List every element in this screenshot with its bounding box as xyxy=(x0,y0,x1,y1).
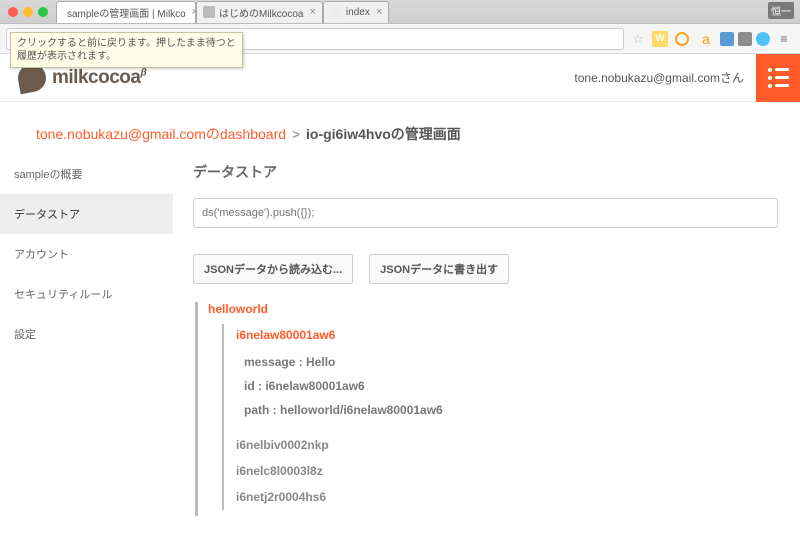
record-id[interactable]: i6nelc8l0003l8z xyxy=(236,458,778,484)
sidebar-item-datastore[interactable]: データストア xyxy=(0,194,173,234)
extension-icon[interactable] xyxy=(738,32,752,46)
browser-tab[interactable]: index × xyxy=(323,1,389,23)
browser-tab[interactable]: はじめのMilkcocoa × xyxy=(196,1,323,23)
sidebar-item-account[interactable]: アカウント xyxy=(0,234,173,274)
amazon-icon[interactable]: a xyxy=(696,29,716,49)
sidebar-item-settings[interactable]: 設定 xyxy=(0,314,173,354)
load-json-button[interactable]: JSONデータから読み込む... xyxy=(193,254,353,284)
maximize-window-icon[interactable] xyxy=(38,7,48,17)
record-id[interactable]: i6nelaw80001aw6 xyxy=(236,324,778,346)
export-json-button[interactable]: JSONデータに書き出す xyxy=(369,254,509,284)
browser-tab[interactable]: sampleの管理画面 | Milkco× xyxy=(56,1,196,23)
record-id[interactable]: i6nelbiv0002nkp xyxy=(236,432,778,458)
extension-icon[interactable] xyxy=(720,32,734,46)
hamburger-menu-button[interactable] xyxy=(756,54,800,102)
breadcrumb-current: io-gi6iw4hvoの管理画面 xyxy=(306,126,461,142)
record-properties: message : Hello id : i6nelaw80001aw6 pat… xyxy=(236,346,778,432)
extension-icon[interactable] xyxy=(756,32,770,46)
bookmark-star-icon[interactable]: ☆ xyxy=(628,29,648,49)
prop-id: id : i6nelaw80001aw6 xyxy=(244,374,778,398)
tree-root-label: helloworld xyxy=(208,302,778,324)
back-button-tooltip: クリックすると前に戻ります。押したまま待つと 履歴が表示されます。 xyxy=(10,32,243,68)
sidebar-item-overview[interactable]: sampleの概要 xyxy=(0,154,173,194)
favicon-icon xyxy=(330,6,342,18)
breadcrumb-separator: > xyxy=(292,126,300,142)
breadcrumb-link[interactable]: tone.nobukazu@gmail.comのdashboard xyxy=(36,126,286,142)
main-content: データストア JSONデータから読み込む... JSONデータに書き出す hel… xyxy=(173,154,800,538)
sidebar-item-security[interactable]: セキュリティルール xyxy=(0,274,173,314)
user-info: tone.nobukazu@gmail.comさん xyxy=(574,69,756,86)
tab-label: はじめのMilkcocoa xyxy=(219,5,303,20)
data-tree: helloworld i6nelaw80001aw6 message : Hel… xyxy=(193,302,778,516)
window-controls xyxy=(0,7,56,17)
extension-w-icon[interactable]: W xyxy=(652,31,668,47)
browser-tab-bar: sampleの管理画面 | Milkco× はじめのMilkcocoa× ind… xyxy=(0,0,800,24)
logo-text: milkcocoaβ xyxy=(52,67,146,89)
tab-label: index xyxy=(346,7,370,18)
prop-path: path : helloworld/i6nelaw80001aw6 xyxy=(244,398,778,422)
tab-label: sampleの管理画面 | Milkco xyxy=(67,5,186,20)
chrome-menu-icon[interactable]: ≡ xyxy=(774,29,794,49)
prop-message: message : Hello xyxy=(244,350,778,374)
close-tab-icon[interactable]: × xyxy=(376,6,382,18)
close-tab-icon[interactable]: × xyxy=(309,6,315,18)
record-id[interactable]: i6netj2r0004hs6 xyxy=(236,484,778,510)
minimize-window-icon[interactable] xyxy=(23,7,33,17)
close-window-icon[interactable] xyxy=(8,7,18,17)
extension-icon[interactable] xyxy=(672,29,692,49)
page-title: データストア xyxy=(193,162,778,182)
sidebar: sampleの概要 データストア アカウント セキュリティルール 設定 xyxy=(0,154,173,538)
breadcrumb: tone.nobukazu@gmail.comのdashboard > io-g… xyxy=(0,102,800,154)
datastore-command-input[interactable] xyxy=(193,198,778,228)
tree-root[interactable]: helloworld i6nelaw80001aw6 message : Hel… xyxy=(195,302,778,516)
browser-profile-badge[interactable]: 恒一 xyxy=(768,2,794,19)
favicon-icon xyxy=(203,6,215,18)
